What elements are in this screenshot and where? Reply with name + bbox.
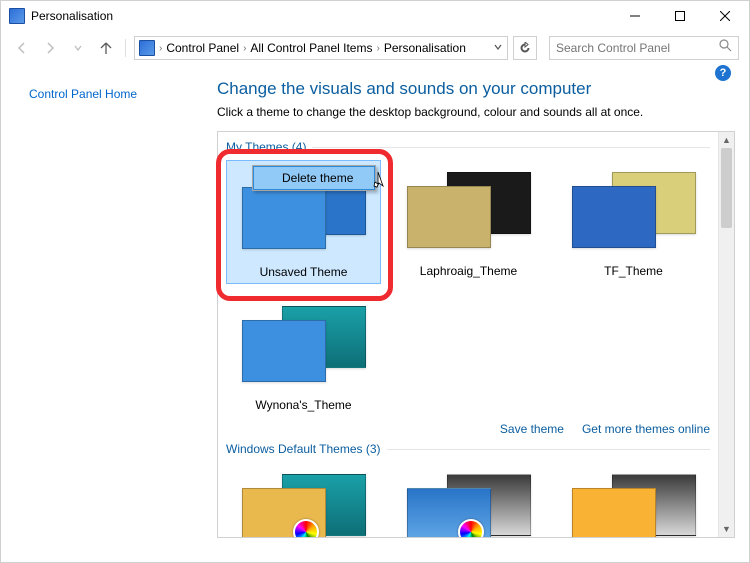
close-button[interactable] [702,2,747,30]
chevron-right-icon[interactable]: › [159,43,162,54]
navbar: › Control Panel › All Control Panel Item… [1,31,749,65]
theme-thumbnail-front [572,488,656,537]
theme-thumbnail-front [242,320,326,382]
left-nav: Control Panel Home [1,65,211,562]
back-button[interactable] [11,37,33,59]
window-title: Personalisation [31,9,113,23]
breadcrumb[interactable]: Control Panel [166,41,239,55]
section-my-themes: My Themes (4) [226,140,726,154]
scrollbar[interactable]: ▲ ▼ [718,132,734,537]
main-pane: ? Change the visuals and sounds on your … [211,65,749,562]
up-button[interactable] [95,37,117,59]
address-dropdown-icon[interactable] [493,41,503,55]
control-panel-home-link[interactable]: Control Panel Home [29,87,137,101]
search-icon[interactable] [719,39,732,57]
theme-thumbnail-front [242,187,326,249]
theme-item[interactable]: TF_Theme [556,160,711,284]
breadcrumb[interactable]: All Control Panel Items [250,41,372,55]
address-icon [139,40,155,56]
theme-name: TF_Theme [604,264,663,278]
search-box[interactable] [549,36,739,60]
address-bar[interactable]: › Control Panel › All Control Panel Item… [134,36,508,60]
theme-item[interactable]: Wynona's_Theme [226,294,381,416]
get-more-themes-link[interactable]: Get more themes online [582,422,710,436]
theme-thumbnail-front [242,488,326,537]
theme-name: Wynona's_Theme [255,398,351,412]
save-theme-link[interactable]: Save theme [500,422,564,436]
scroll-up-arrow[interactable]: ▲ [719,132,734,148]
maximize-button[interactable] [657,2,702,30]
theme-name: Laphroaig_Theme [420,264,517,278]
theme-item[interactable]: Laphroaig_Theme [391,160,546,284]
theme-item[interactable] [556,462,711,537]
help-icon[interactable]: ? [715,65,731,81]
themes-panel: My Themes (4) Unsaved Theme [217,131,735,538]
breadcrumb[interactable]: Personalisation [384,41,466,55]
page-subtext: Click a theme to change the desktop back… [217,105,735,119]
search-input[interactable] [556,41,719,55]
context-menu: Delete theme [252,165,376,191]
chevron-right-icon[interactable]: › [376,43,379,54]
refresh-button[interactable] [513,36,537,60]
section-label: Windows Default Themes (3) [226,442,381,456]
section-label: My Themes (4) [226,140,306,154]
section-default-themes: Windows Default Themes (3) [226,442,726,456]
palette-icon [293,519,319,537]
theme-item[interactable] [391,462,546,537]
page-heading: Change the visuals and sounds on your co… [217,79,735,99]
scroll-down-arrow[interactable]: ▼ [719,521,734,537]
palette-icon [458,519,484,537]
theme-thumbnail-front [407,488,491,537]
theme-thumbnail-front [572,186,656,248]
forward-button[interactable] [39,37,61,59]
theme-thumbnail-front [407,186,491,248]
theme-name: Unsaved Theme [260,265,348,279]
recent-dropdown[interactable] [67,37,89,59]
chevron-right-icon[interactable]: › [243,43,246,54]
titlebar: Personalisation [1,1,749,31]
theme-item[interactable] [226,462,381,537]
app-icon [9,8,25,24]
scroll-thumb[interactable] [721,148,732,228]
minimize-button[interactable] [612,2,657,30]
menu-item-delete-theme[interactable]: Delete theme [253,166,375,190]
